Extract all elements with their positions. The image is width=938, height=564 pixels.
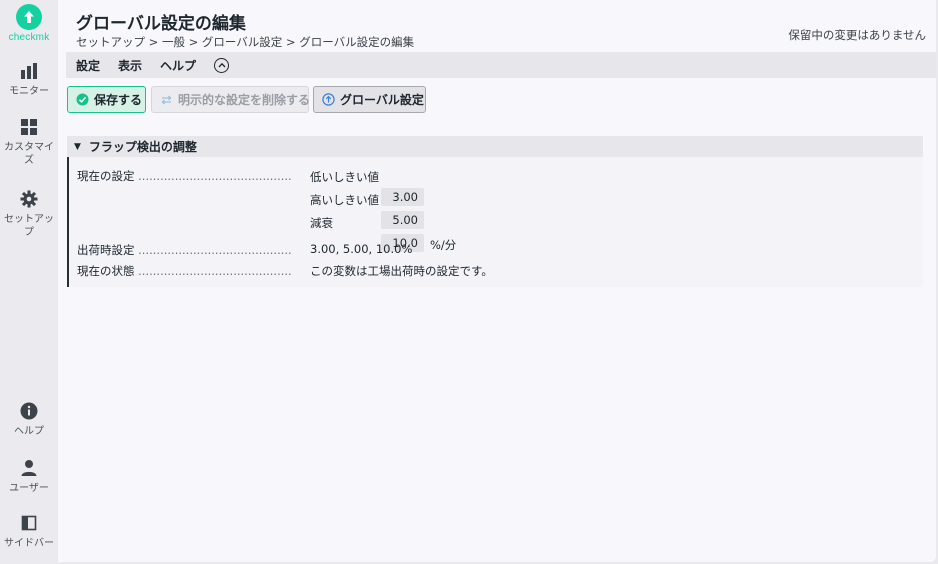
checkmk-logo[interactable]: checkmk — [0, 4, 58, 50]
current-setting-row-label: 現在の設定 ..................................… — [77, 168, 292, 184]
decay-unit: %/分 — [430, 238, 457, 252]
swap-arrows-icon — [160, 94, 173, 106]
menu-settings[interactable]: 設定 — [76, 57, 100, 74]
sidebar-item-user[interactable]: ユーザー — [0, 457, 58, 495]
leader-dots: ........................................… — [138, 264, 292, 278]
info-icon — [18, 400, 40, 422]
leader-dots: ........................................… — [138, 169, 292, 183]
low-threshold-label: 低いしきい値 — [310, 170, 379, 184]
user-icon — [18, 457, 40, 479]
pending-changes-status[interactable]: 保留中の変更はありません — [788, 27, 926, 43]
breadcrumb[interactable]: セットアップ > 一般 > グローバル設定 > グローバル設定の編集 — [76, 34, 414, 50]
section-title: フラップ検出の調整 — [88, 140, 197, 154]
sidebar-item-monitor[interactable]: モニター — [0, 60, 58, 98]
low-threshold-value[interactable]: 3.00 — [381, 188, 424, 206]
sidebar-item-label: モニター — [9, 86, 49, 97]
page-title: グローバル設定の編集 — [76, 14, 246, 34]
grid-icon — [18, 116, 40, 138]
bar-chart-icon — [18, 60, 40, 82]
global-settings-button[interactable]: グローバル設定 — [313, 86, 426, 113]
factory-setting-row-label: 出荷時設定 ..................................… — [77, 242, 292, 258]
check-circle-icon — [76, 93, 89, 106]
sidebar-item-help[interactable]: ヘルプ — [0, 400, 58, 438]
collapse-triangle-icon: ▼ — [74, 141, 81, 152]
arrow-up-circle-icon — [322, 93, 335, 106]
save-button[interactable]: 保存する — [67, 86, 146, 113]
current-status-row-label: 現在の状態 ..................................… — [77, 263, 292, 279]
main-content: グローバル設定の編集 セットアップ > 一般 > グローバル設定 > グローバル… — [58, 0, 936, 562]
sidebar-item-customize[interactable]: カスタマイズ — [0, 116, 58, 167]
sidebar-item-label: セットアップ — [4, 214, 54, 238]
high-threshold-value[interactable]: 5.00 — [381, 211, 424, 229]
current-status-value: この変数は工場出荷時の設定です。 — [310, 264, 493, 278]
remove-explicit-settings-button[interactable]: 明示的な設定を削除する — [151, 86, 310, 113]
checkmk-logo-icon — [16, 4, 42, 30]
brand-name: checkmk — [8, 32, 50, 43]
decay-label: 減衰 — [310, 216, 333, 230]
gear-icon — [18, 188, 40, 210]
sidebar-icon — [18, 512, 40, 534]
section-header[interactable]: ▼ フラップ検出の調整 — [67, 136, 923, 157]
sidebar-item-setup[interactable]: セットアップ — [0, 188, 58, 239]
high-threshold-label: 高いしきい値 — [310, 193, 379, 207]
sidebar-item-label: ヘルプ — [14, 426, 44, 437]
menu-display[interactable]: 表示 — [118, 57, 142, 74]
leader-dots: ........................................… — [138, 243, 292, 257]
menu-bar: 設定 表示 ヘルプ — [66, 52, 936, 78]
menu-help[interactable]: ヘルプ — [160, 57, 196, 74]
chevron-up-icon — [218, 62, 226, 68]
factory-setting-value: 3.00, 5.00, 10.0% — [310, 242, 413, 256]
sidebar: checkmk モニター カスタマイズ セットアップ ヘルプ ユーザー サイドバ… — [0, 0, 58, 564]
sidebar-item-sidebar[interactable]: サイドバー — [0, 512, 58, 550]
sidebar-item-label: サイドバー — [4, 538, 54, 549]
flap-detection-section: ▼ フラップ検出の調整 現在の設定 ......................… — [67, 136, 923, 287]
sidebar-item-label: カスタマイズ — [4, 142, 54, 166]
collapse-menu-toggle[interactable] — [214, 57, 230, 73]
section-body: 現在の設定 ..................................… — [67, 157, 923, 287]
sidebar-item-label: ユーザー — [9, 483, 49, 494]
